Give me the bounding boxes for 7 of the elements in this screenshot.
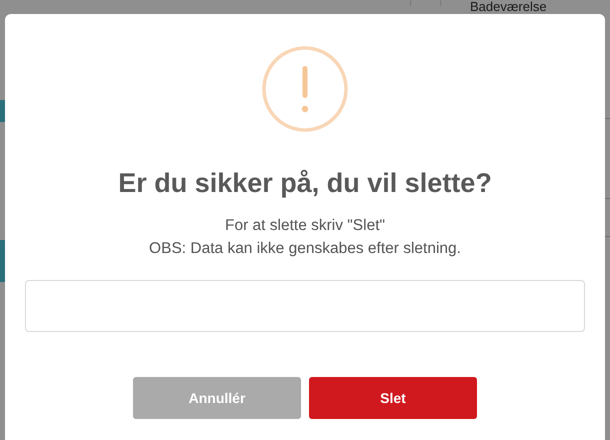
dialog-message: For at slette skriv "Slet" bbox=[224, 216, 386, 236]
dialog-title: Er du sikker på, du vil slette? bbox=[118, 167, 492, 199]
confirm-field[interactable] bbox=[25, 280, 585, 332]
room-label: Badeværelse bbox=[470, 0, 547, 14]
delete-button[interactable]: Slet bbox=[309, 377, 477, 419]
warning-icon bbox=[262, 46, 348, 132]
dialog-message: OBS: Data kan ikke genskabes efter sletning. bbox=[149, 239, 461, 259]
